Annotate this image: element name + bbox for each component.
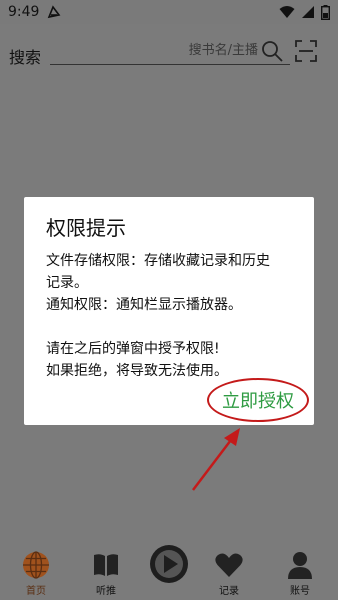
dialog-line: 记录。 (46, 275, 88, 291)
dialog-line: 请在之后的弹窗中授予权限! (46, 341, 220, 357)
dialog-title: 权限提示 (46, 216, 126, 240)
search-icon[interactable] (260, 39, 284, 63)
status-bar: 9:49 (0, 0, 338, 24)
search-label: 搜索 (9, 48, 42, 67)
tab-home[interactable]: 首页 (6, 542, 66, 600)
scan-icon[interactable] (294, 39, 318, 63)
tab-account[interactable]: 账号 (270, 542, 330, 600)
dialog-line: 文件存储权限：存储收藏记录和历史 (46, 253, 270, 269)
tab-recommend[interactable]: 听推 (76, 542, 136, 600)
tab-label: 首页 (26, 586, 46, 597)
status-left: 9:49 (8, 4, 61, 20)
tab-records[interactable]: 记录 (199, 542, 259, 600)
status-right (279, 4, 330, 20)
person-icon (288, 552, 312, 579)
notification-app-icon (48, 5, 61, 19)
search-input[interactable] (50, 37, 290, 65)
battery-icon (321, 4, 330, 20)
wifi-icon (279, 6, 295, 18)
dialog-line: 通知权限：通知栏显示播放器。 (46, 297, 242, 313)
tab-label: 听推 (96, 586, 116, 597)
play-icon[interactable] (149, 544, 189, 584)
tab-label: 账号 (290, 586, 310, 597)
heart-icon (215, 553, 243, 577)
authorize-button[interactable]: 立即授权 (214, 383, 302, 417)
globe-icon (23, 551, 49, 579)
dialog-spacer (46, 316, 292, 338)
status-time: 9:49 (8, 4, 40, 20)
signal-icon (302, 6, 314, 18)
permission-dialog: 权限提示 文件存储权限：存储收藏记录和历史 记录。 通知权限：通知栏显示播放器。… (24, 197, 314, 425)
dialog-line: 如果拒绝，将导致无法使用。 (46, 363, 228, 379)
tab-label: 记录 (219, 586, 239, 597)
search-row: 搜索 (0, 32, 338, 72)
book-icon (94, 554, 118, 576)
dialog-body: 文件存储权限：存储收藏记录和历史 记录。 通知权限：通知栏显示播放器。 请在之后… (46, 250, 292, 382)
